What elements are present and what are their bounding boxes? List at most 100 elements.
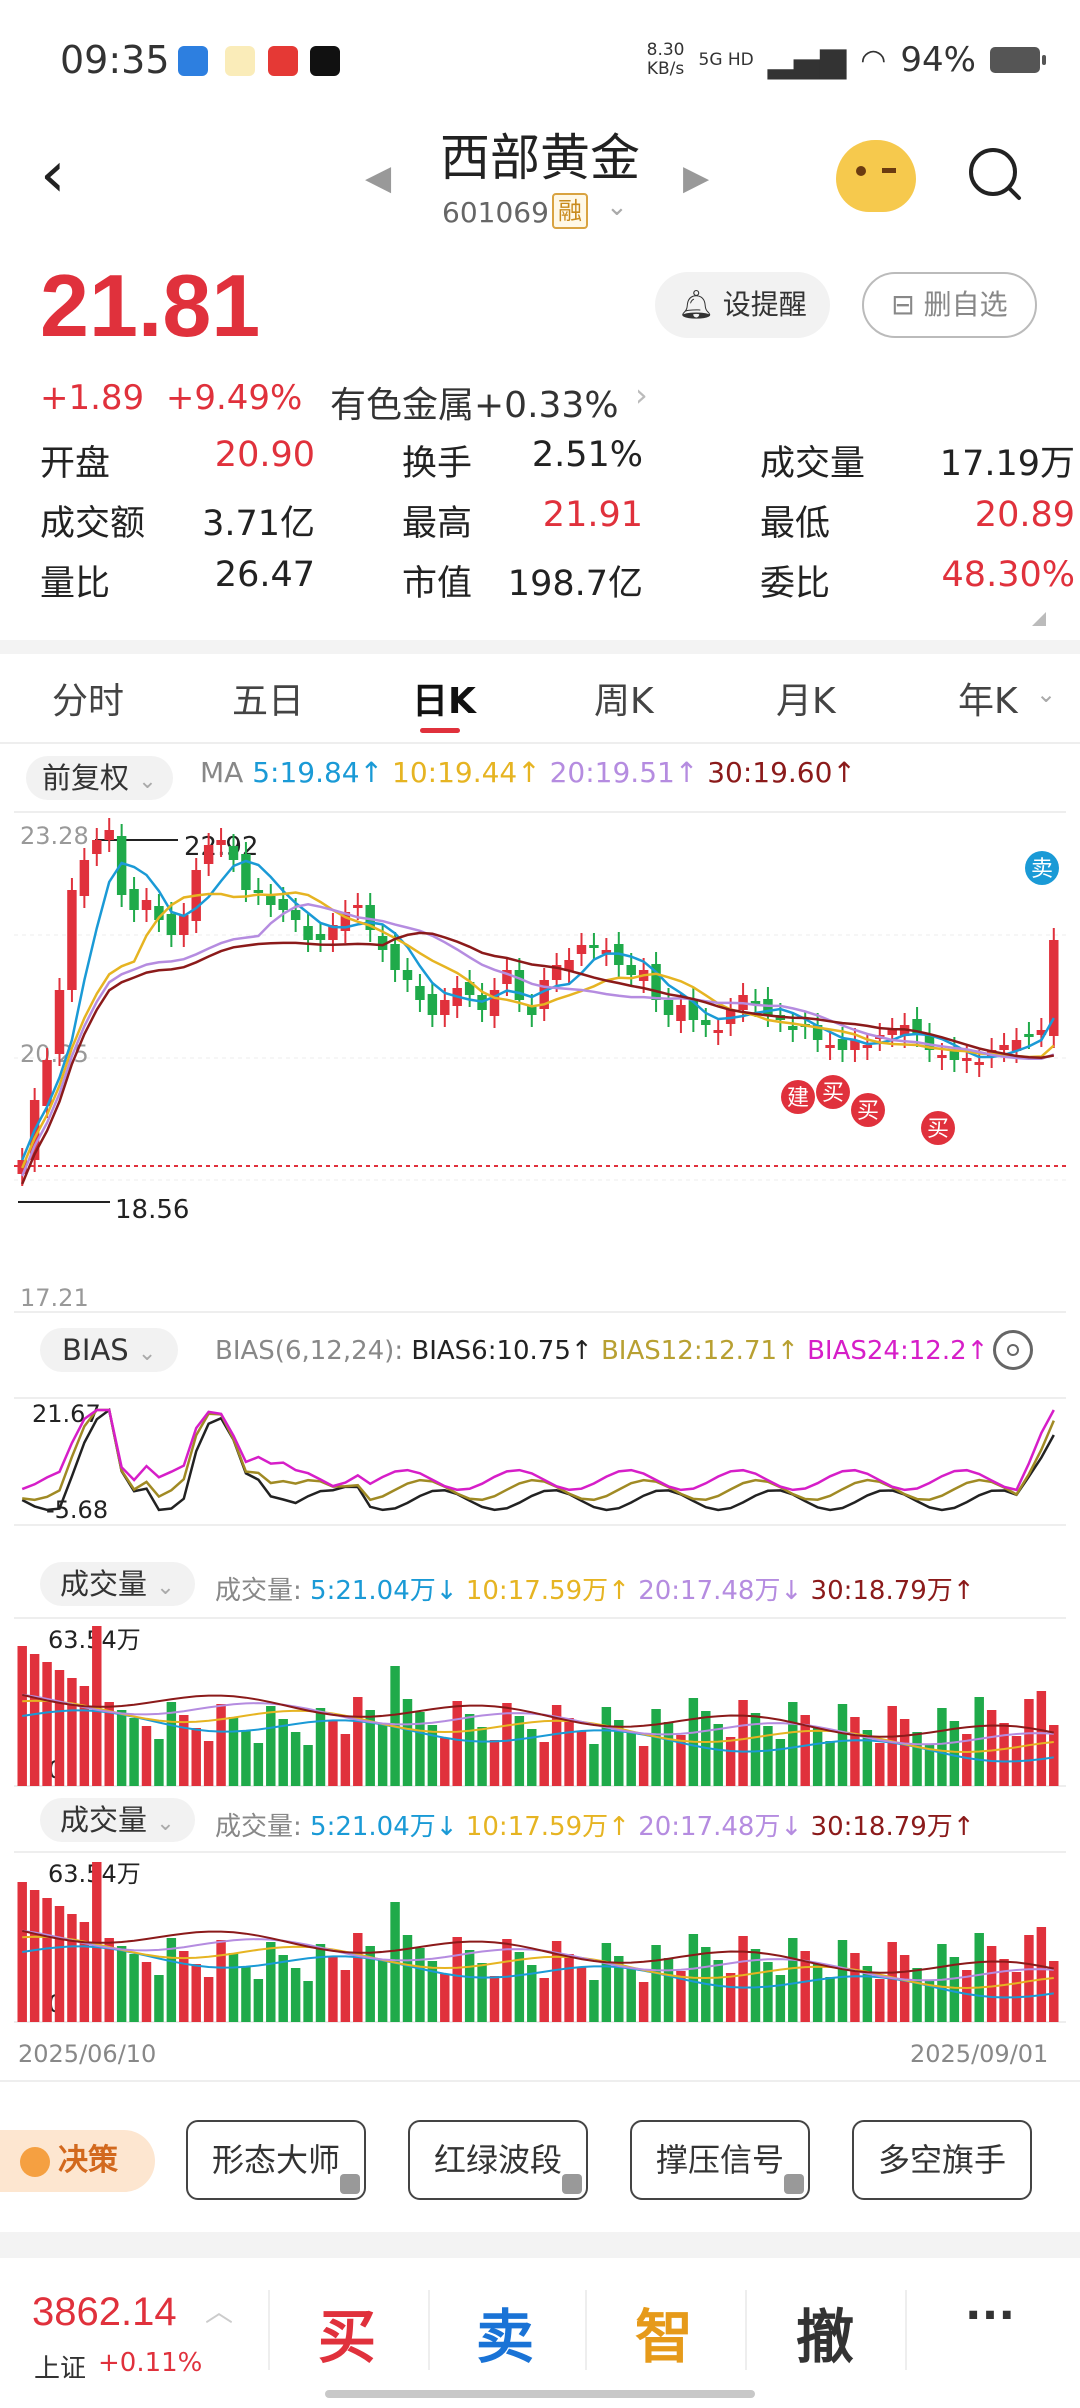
sector-link[interactable]: 有色金属+0.33%	[330, 376, 619, 428]
more-icon[interactable]: ···	[940, 2290, 1040, 2341]
divider	[905, 2290, 907, 2370]
quote-label: 换手	[402, 444, 473, 484]
tab-intraday[interactable]: 分时	[52, 672, 124, 724]
decision-tag[interactable]: 决策	[0, 2130, 155, 2192]
volume-bar	[353, 1933, 363, 2022]
quote-label: 成交额	[40, 504, 146, 544]
volume-bar	[638, 1746, 649, 1786]
candle-body	[253, 890, 264, 893]
smart-button[interactable]: 智	[614, 2290, 714, 2374]
candle-body	[663, 1000, 674, 1015]
mascot-icon[interactable]	[836, 140, 916, 212]
volume-bar	[564, 1954, 574, 2022]
bull-bear-button[interactable]: 多空旗手	[852, 2120, 1032, 2200]
volume-bar	[141, 1726, 152, 1786]
date-end: 2025/09/01	[910, 2040, 1048, 2068]
quote-label: 开盘	[40, 444, 111, 484]
chevron-down-icon[interactable]: ⌄	[606, 192, 628, 222]
volume-bar	[464, 1714, 475, 1786]
volume-bar	[825, 1741, 835, 1786]
candle-body	[427, 994, 438, 1015]
sell-button[interactable]: 卖	[455, 2290, 555, 2374]
volume-bar	[514, 1952, 525, 2022]
lock-icon	[784, 2174, 804, 2194]
app-notification-icon	[225, 46, 255, 76]
quote-label: 最低	[760, 504, 831, 544]
volume-bar	[514, 1716, 525, 1786]
support-pressure-button[interactable]: 撑压信号	[630, 2120, 810, 2200]
volume-bar	[825, 1977, 835, 2022]
volume-bar	[875, 1979, 885, 2022]
candle-body	[402, 970, 413, 980]
tab-daily-k[interactable]: 日K	[412, 672, 476, 724]
bell-icon: 🔔︎	[678, 288, 714, 321]
date-start: 2025/06/10	[18, 2040, 156, 2068]
candle-body	[79, 860, 90, 896]
status-right: 8.30 KB/s 5G HD ▂▄▆ ◠ 94%	[647, 40, 1046, 80]
lock-icon	[340, 2174, 360, 2194]
quote-value: 20.89	[974, 495, 1075, 535]
volume-bar	[502, 1939, 512, 2022]
red-green-wave-button[interactable]: 红绿波段	[408, 2120, 588, 2200]
volume-selector[interactable]: 成交量 ⌄	[40, 1798, 195, 1842]
volume-bar	[775, 1739, 786, 1786]
next-stock-icon[interactable]: ▶	[683, 158, 709, 198]
signal-label: 买	[927, 1117, 949, 1142]
adjust-mode-selector[interactable]: 前复权 ⌄	[26, 756, 173, 800]
lock-icon	[562, 2174, 582, 2194]
stock-chart[interactable]: 23.28 20.25 17.21 22.92 18.56 建买买买卖 21.6…	[0, 800, 1080, 2080]
volume-bar	[315, 1944, 326, 2022]
candle-body	[1024, 1034, 1034, 1037]
volume-bar	[738, 1936, 748, 2022]
quote-label: 市值	[402, 564, 473, 604]
volume-bar	[725, 1737, 736, 1786]
ma-legend: MA 5:19.84↑ 10:19.44↑ 20:19.51↑ 30:19.60…	[200, 756, 856, 789]
volume-bar	[775, 1975, 786, 2022]
expand-corner-icon[interactable]	[1032, 612, 1046, 626]
volume-bar	[986, 1946, 997, 2022]
candle-body	[353, 905, 363, 908]
volume-bar	[738, 1700, 748, 1786]
volume-bar	[875, 1743, 885, 1786]
remove-watchlist-button[interactable]: ⊟ 删自选	[862, 272, 1037, 338]
settings-icon[interactable]	[993, 1330, 1033, 1370]
prev-stock-icon[interactable]: ◀	[365, 158, 391, 198]
volume-bar	[29, 1890, 40, 2022]
cancel-order-button[interactable]: 撤	[775, 2290, 875, 2374]
chevron-down-icon[interactable]: ⌄	[1036, 680, 1056, 708]
tiktok-icon	[310, 46, 340, 76]
tab-yearly-k[interactable]: 年K	[958, 672, 1018, 724]
search-icon[interactable]	[965, 140, 1025, 210]
candle-body	[589, 945, 599, 948]
volume-bar	[899, 1955, 910, 2022]
volume-bar	[663, 1722, 674, 1786]
volume-bar	[154, 1739, 164, 1786]
battery-percent: 94%	[900, 40, 976, 80]
candle-body	[415, 986, 425, 1000]
volume-bar	[377, 1723, 388, 1786]
volume-bar	[576, 1731, 587, 1786]
index-value[interactable]: 3862.14	[32, 2290, 177, 2335]
set-alert-button[interactable]: 🔔︎ 设提醒	[655, 272, 830, 338]
pattern-master-button[interactable]: 形态大师	[186, 2120, 366, 2200]
chevron-up-icon: ︿	[205, 2295, 234, 2328]
candle-body	[974, 1062, 984, 1065]
signal-label: 买	[857, 1099, 879, 1124]
volume-selector[interactable]: 成交量 ⌄	[40, 1562, 195, 1606]
buy-button[interactable]: 买	[297, 2290, 397, 2374]
candle-body	[266, 896, 276, 905]
volume-bar	[887, 1942, 897, 2022]
volume-bar	[340, 1734, 351, 1786]
candle-body	[514, 970, 525, 1000]
bias-selector[interactable]: BIAS ⌄	[40, 1328, 179, 1372]
back-icon[interactable]: ‹	[40, 140, 90, 210]
candle-body	[937, 1055, 947, 1058]
volume-legend: 成交量: 5:21.04万↓ 10:17.59万↑ 20:17.48万↓ 30:…	[215, 1812, 975, 1842]
quote-label: 量比	[40, 564, 111, 604]
tab-weekly-k[interactable]: 周K	[594, 672, 654, 724]
wifi-icon: ◠	[860, 42, 887, 78]
tab-five-day[interactable]: 五日	[232, 672, 304, 724]
divider	[0, 2080, 1080, 2082]
tab-monthly-k[interactable]: 月K	[776, 672, 836, 724]
price-change: +1.89 +9.49%	[40, 378, 303, 418]
